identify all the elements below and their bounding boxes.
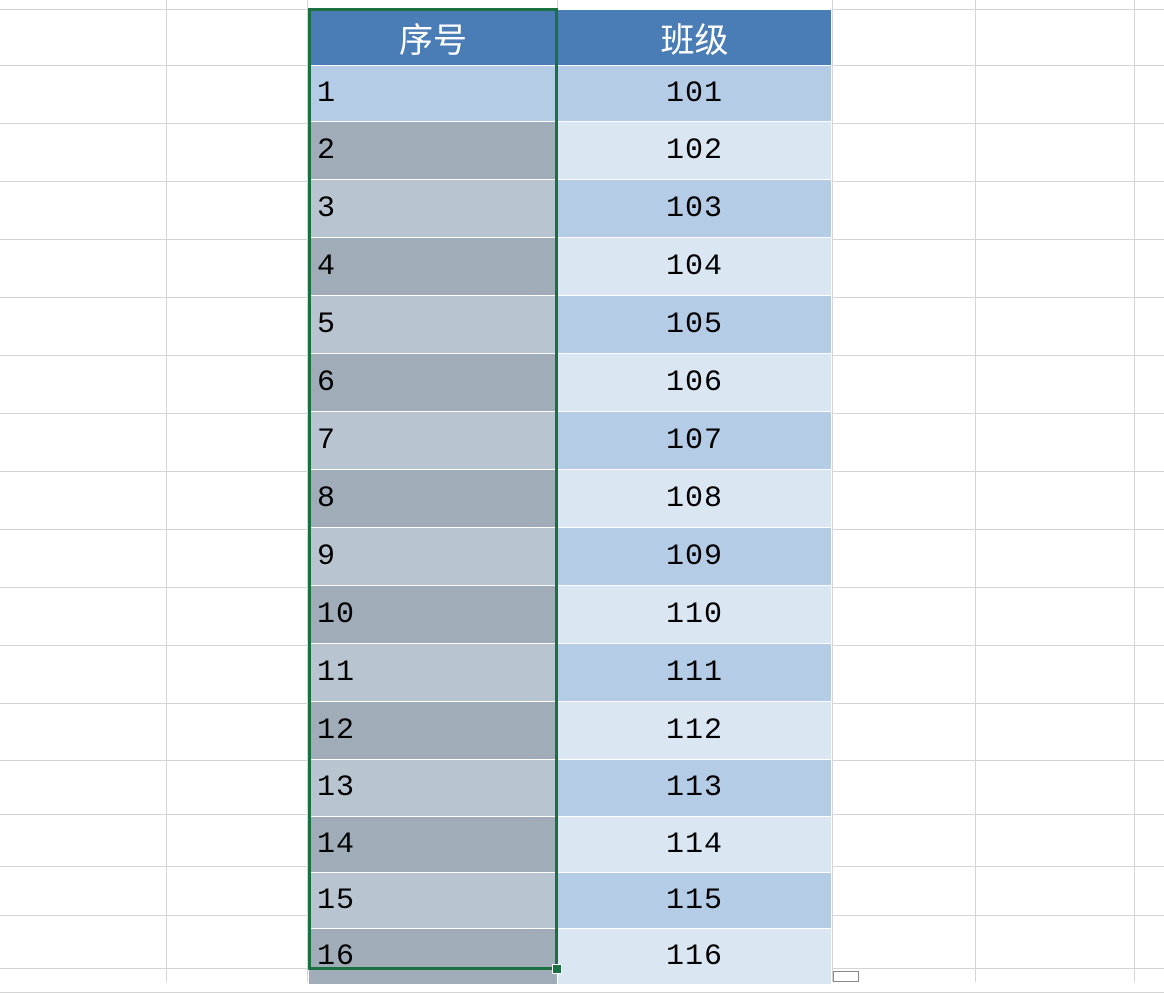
table-row: 2102 — [309, 122, 832, 180]
table-header-row: 序号 班级 — [309, 10, 832, 66]
table-row: 15115 — [309, 873, 832, 929]
table-row: 4104 — [309, 238, 832, 296]
header-class[interactable]: 班级 — [558, 10, 832, 66]
cell-class[interactable]: 114 — [558, 817, 832, 873]
table-row: 5105 — [309, 296, 832, 354]
cell-seq[interactable]: 10 — [309, 586, 558, 644]
cell-class[interactable]: 102 — [558, 122, 832, 180]
cell-class[interactable]: 115 — [558, 873, 832, 929]
grid-line-vertical — [975, 0, 976, 982]
cell-class[interactable]: 101 — [558, 66, 832, 122]
cell-seq[interactable]: 13 — [309, 760, 558, 817]
cell-seq[interactable]: 7 — [309, 412, 558, 470]
table-row: 16116 — [309, 929, 832, 985]
cell-seq[interactable]: 2 — [309, 122, 558, 180]
table-row: 13113 — [309, 760, 832, 817]
cell-class[interactable]: 111 — [558, 644, 832, 702]
cell-seq[interactable]: 4 — [309, 238, 558, 296]
table-row: 9109 — [309, 528, 832, 586]
cell-class[interactable]: 109 — [558, 528, 832, 586]
table-row: 3103 — [309, 180, 832, 238]
header-seq[interactable]: 序号 — [309, 10, 558, 66]
cell-class[interactable]: 113 — [558, 760, 832, 817]
cell-seq[interactable]: 6 — [309, 354, 558, 412]
cell-seq[interactable]: 12 — [309, 702, 558, 760]
table-row: 6106 — [309, 354, 832, 412]
table-row: 10110 — [309, 586, 832, 644]
fill-handle[interactable] — [552, 964, 562, 974]
table-row: 8108 — [309, 470, 832, 528]
cell-class[interactable]: 104 — [558, 238, 832, 296]
cell-seq[interactable]: 5 — [309, 296, 558, 354]
table-row: 12112 — [309, 702, 832, 760]
cell-class[interactable]: 108 — [558, 470, 832, 528]
table-row: 7107 — [309, 412, 832, 470]
cell-seq[interactable]: 14 — [309, 817, 558, 873]
spreadsheet-grid[interactable]: 序号 班级 1101210231034104510561067107810891… — [0, 0, 1164, 982]
table-row: 11111 — [309, 644, 832, 702]
cell-seq[interactable]: 1 — [309, 66, 558, 122]
grid-line-vertical — [832, 0, 833, 982]
cell-class[interactable]: 112 — [558, 702, 832, 760]
cell-class[interactable]: 116 — [558, 929, 832, 985]
cell-class[interactable]: 107 — [558, 412, 832, 470]
cell-class[interactable]: 106 — [558, 354, 832, 412]
cell-seq[interactable]: 8 — [309, 470, 558, 528]
cell-seq[interactable]: 3 — [309, 180, 558, 238]
grid-line-vertical — [1134, 0, 1135, 982]
auto-fill-options-icon[interactable] — [833, 971, 859, 982]
cell-class[interactable]: 103 — [558, 180, 832, 238]
table-row: 14114 — [309, 817, 832, 873]
cell-class[interactable]: 105 — [558, 296, 832, 354]
table-row: 1101 — [309, 66, 832, 122]
grid-line-vertical — [166, 0, 167, 982]
cell-seq[interactable]: 16 — [309, 929, 558, 985]
cell-seq[interactable]: 15 — [309, 873, 558, 929]
cell-seq[interactable]: 9 — [309, 528, 558, 586]
cell-class[interactable]: 110 — [558, 586, 832, 644]
cell-seq[interactable]: 11 — [309, 644, 558, 702]
data-table: 序号 班级 1101210231034104510561067107810891… — [308, 9, 832, 985]
